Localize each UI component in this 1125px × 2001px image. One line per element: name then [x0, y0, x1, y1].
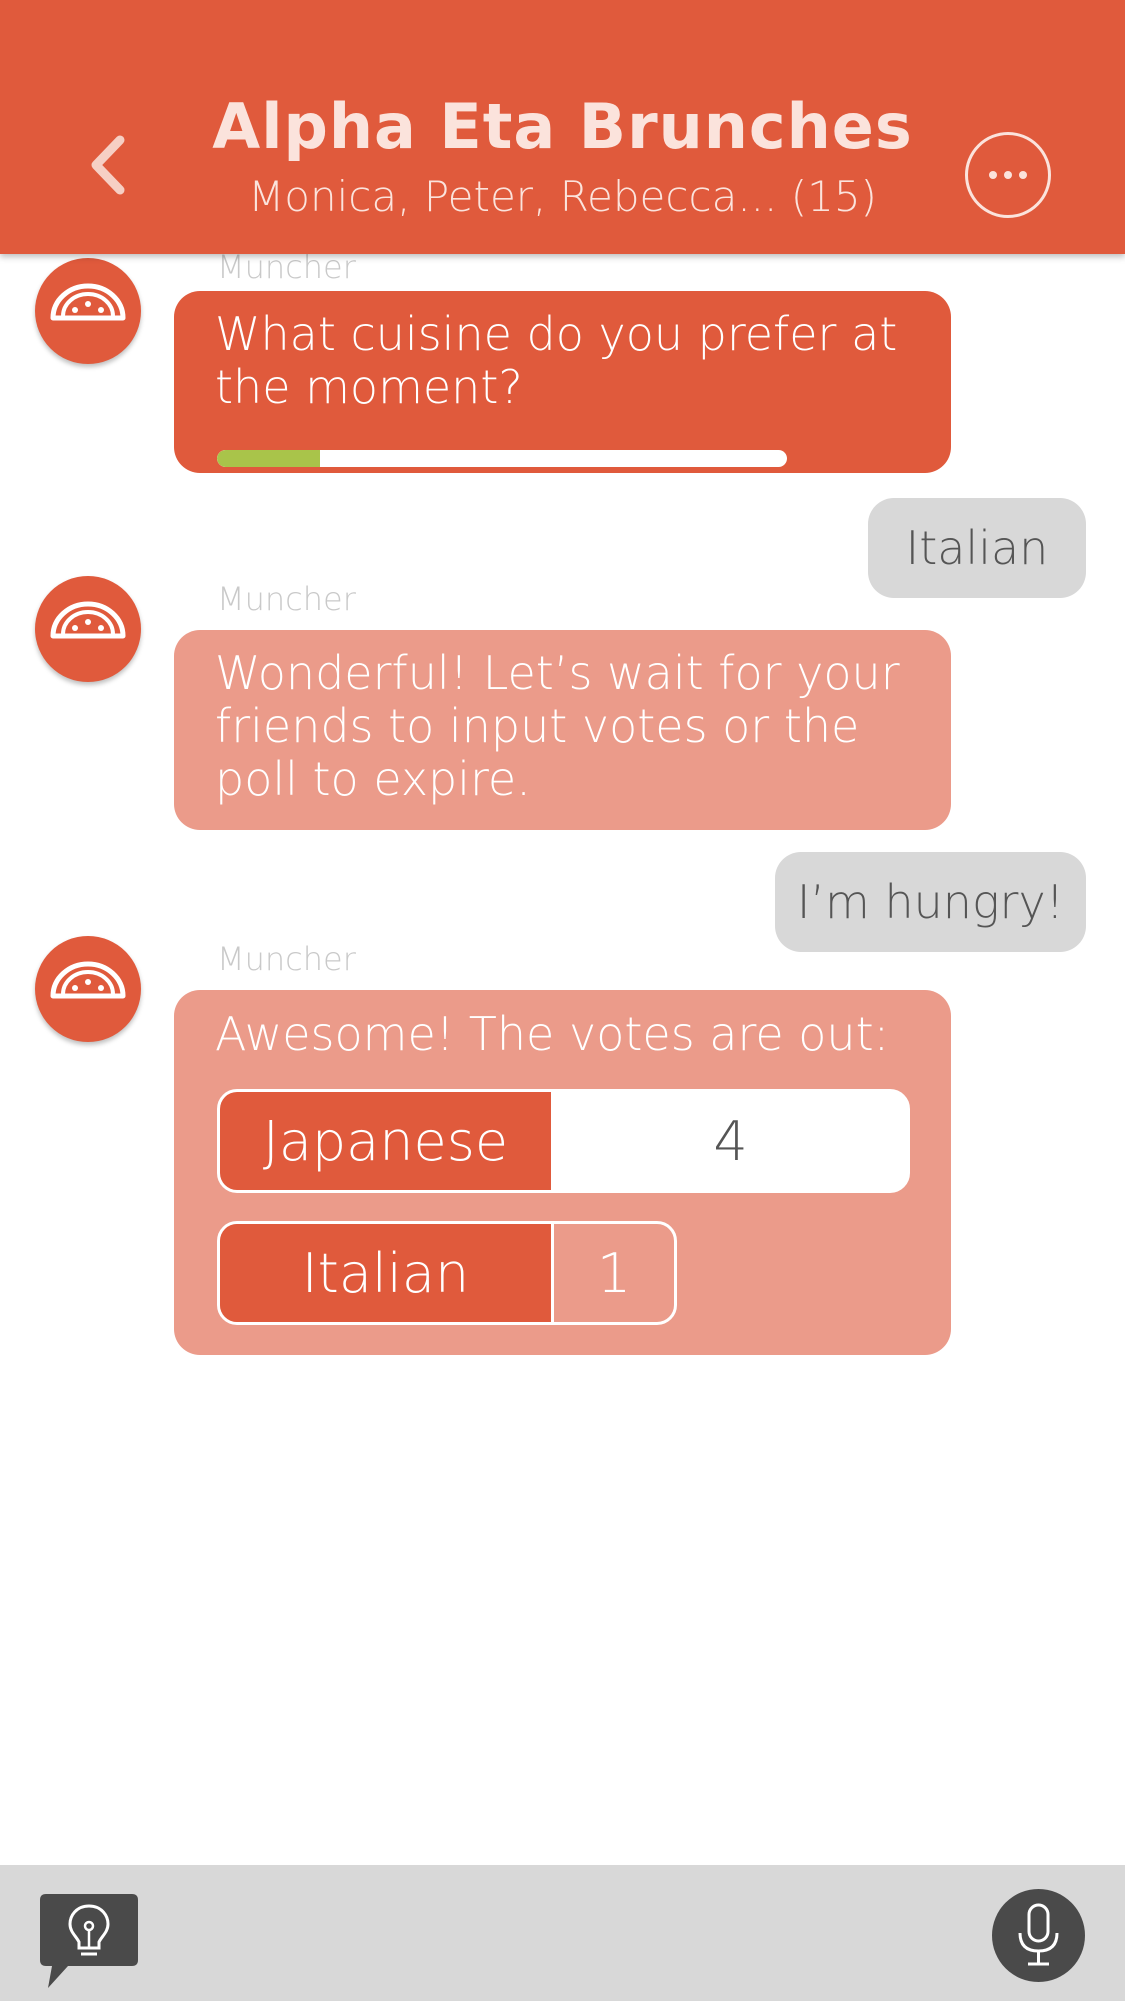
group-title: Alpha Eta Brunches	[212, 90, 913, 163]
bot-message-bubble: Wonderful! Let’s wait for your friends t…	[174, 630, 951, 830]
message-text: Italian	[905, 521, 1049, 575]
sender-name: Muncher	[217, 580, 356, 618]
vote-result-italian: Italian 1	[217, 1221, 677, 1325]
watermelon-icon	[50, 283, 126, 321]
bot-message-bubble: What cuisine do you prefer at the moment…	[174, 291, 951, 473]
muncher-avatar	[35, 258, 141, 364]
group-members[interactable]: Monica, Peter, Rebecca... (15)	[0, 172, 1125, 221]
message-text: Awesome! The votes are out:	[215, 1007, 890, 1061]
microphone-button[interactable]	[992, 1889, 1085, 1982]
user-message-bubble: I’m hungry!	[775, 852, 1086, 952]
more-options-button[interactable]	[965, 132, 1051, 218]
vote-result-japanese: Japanese 4	[217, 1089, 910, 1193]
suggestion-button[interactable]	[38, 1892, 140, 1996]
bot-message-bubble: Awesome! The votes are out: Japanese 4 I…	[174, 990, 951, 1355]
chat-header: Alpha Eta Brunches Monica, Peter, Rebecc…	[0, 0, 1125, 254]
message-text: Wonderful! Let’s wait for your friends t…	[215, 646, 900, 806]
message-text: I’m hungry!	[796, 875, 1065, 929]
ellipsis-icon	[989, 171, 1027, 179]
microphone-icon	[1018, 1903, 1059, 1966]
sender-name: Muncher	[217, 940, 356, 978]
vote-count: 4	[713, 1109, 748, 1173]
muncher-avatar	[35, 576, 141, 682]
poll-progress-bar	[217, 450, 787, 467]
watermelon-icon	[50, 601, 126, 639]
vote-count: 1	[596, 1241, 632, 1305]
message-text: What cuisine do you prefer at the moment…	[215, 307, 898, 414]
vote-option-label: Italian	[220, 1224, 554, 1322]
watermelon-icon	[50, 961, 126, 999]
muncher-avatar	[35, 936, 141, 1042]
user-message-bubble: Italian	[868, 498, 1086, 598]
poll-progress-fill	[217, 450, 320, 467]
bottom-toolbar	[0, 1865, 1125, 2001]
lightbulb-icon	[40, 1894, 138, 1988]
vote-option-label: Japanese	[220, 1092, 554, 1190]
